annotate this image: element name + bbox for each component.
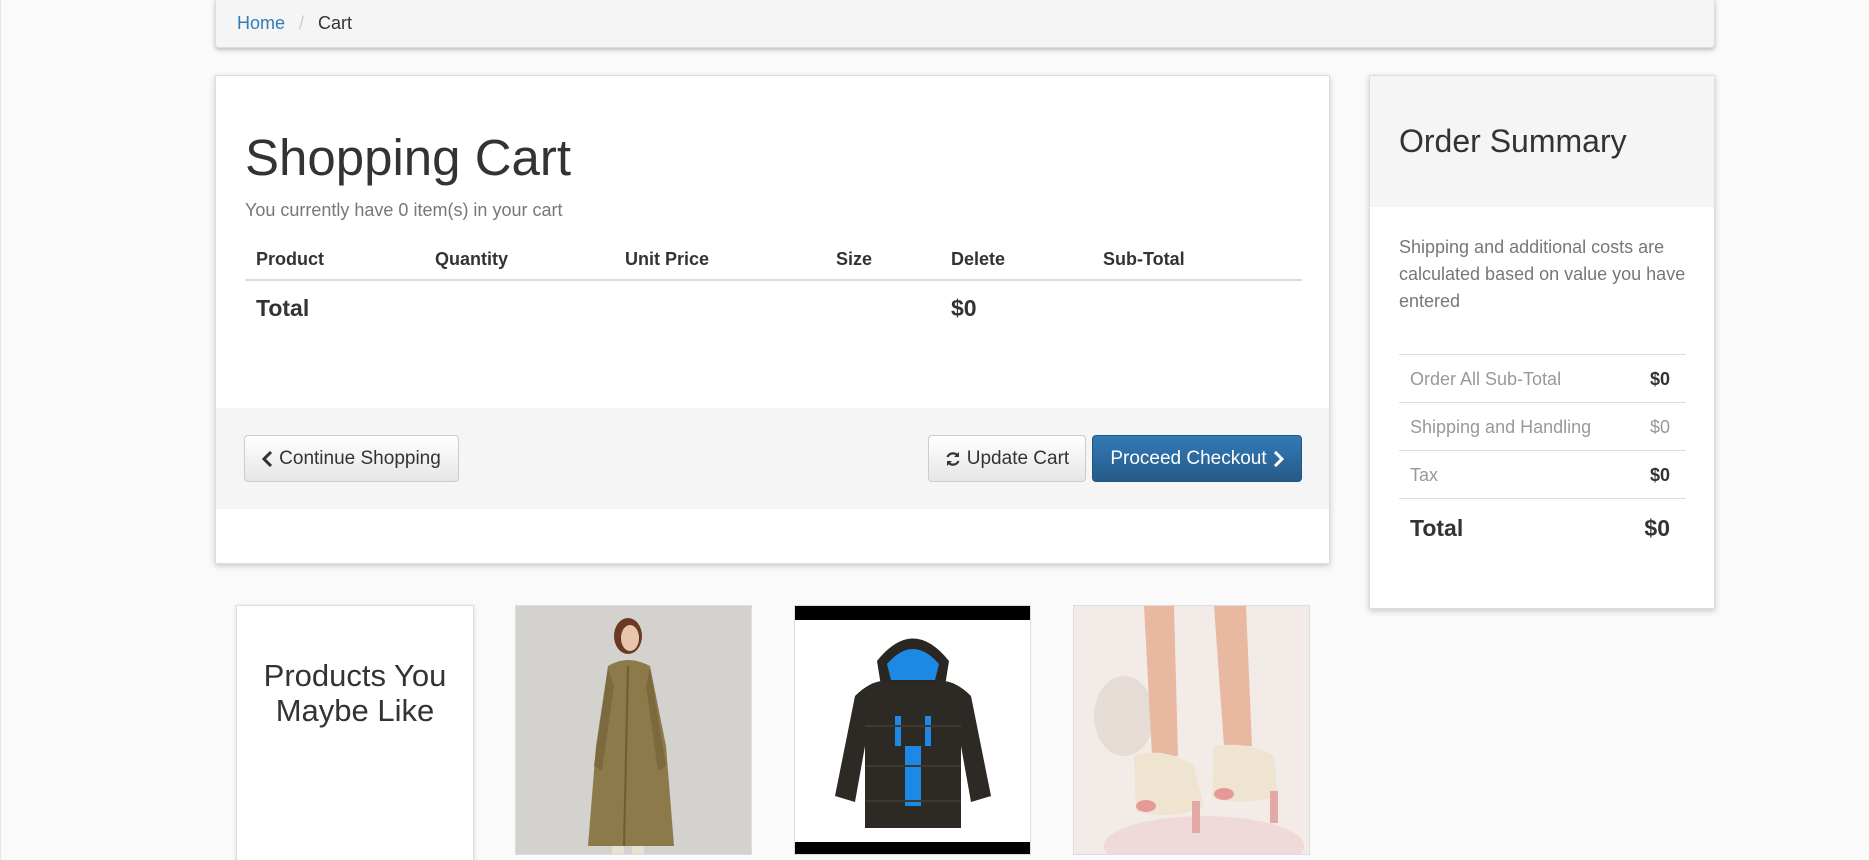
cart-panel: Shopping Cart You currently have 0 item(… [215, 75, 1330, 564]
column-size: Size [836, 249, 873, 269]
column-unit-price: Unit Price [625, 249, 710, 269]
column-quantity: Quantity [435, 249, 509, 269]
summary-row-value: $0 [1649, 369, 1670, 389]
summary-row-label: Order All Sub-Total [1410, 369, 1562, 389]
coat-product-image [516, 606, 751, 854]
refresh-icon [946, 451, 960, 466]
summary-row-tax: Tax $0 [1399, 450, 1686, 498]
order-summary-title: Order Summary [1370, 76, 1714, 207]
breadcrumb-home-link[interactable]: Home [237, 13, 285, 34]
update-cart-label: Update Cart [966, 447, 1070, 469]
column-product: Product [256, 249, 325, 269]
cart-table-header: Product Quantity Unit Price Size Delete … [245, 236, 1302, 281]
proceed-checkout-button[interactable]: Proceed Checkout [1092, 435, 1302, 482]
breadcrumb-current: Cart [318, 13, 353, 33]
summary-total-value: $0 [1644, 515, 1670, 541]
summary-row-value: $0 [1649, 417, 1670, 437]
cart-total-label: Total [256, 295, 310, 321]
column-subtotal: Sub-Total [1103, 249, 1185, 269]
cart-total-value: $0 [951, 295, 977, 321]
column-delete: Delete [951, 249, 1006, 269]
breadcrumb-separator: / [299, 13, 305, 33]
summary-total-label: Total [1410, 515, 1464, 541]
summary-row-shipping: Shipping and Handling $0 [1399, 402, 1686, 450]
product-thumbnail-shoes[interactable] [1073, 605, 1310, 855]
summary-row-total: Total $0 [1399, 498, 1686, 554]
summary-row-subtotal: Order All Sub-Total $0 [1399, 354, 1686, 402]
breadcrumb: Home / Cart [215, 0, 1715, 48]
product-thumbnail-coat[interactable] [515, 605, 752, 855]
order-summary-note: Shipping and additional costs are calcul… [1399, 237, 1686, 311]
page-title: Shopping Cart [245, 129, 572, 186]
summary-row-value: $0 [1649, 465, 1670, 485]
summary-row-label: Shipping and Handling [1410, 417, 1592, 437]
cart-item-count: You currently have 0 item(s) in your car… [245, 200, 563, 220]
shoes-product-image [1074, 606, 1309, 854]
cart-table: Product Quantity Unit Price Size Delete … [245, 236, 1302, 336]
continue-shopping-button[interactable]: Continue Shopping [244, 435, 459, 482]
jacket-product-image [795, 606, 1030, 854]
cart-total-row: Total $0 [245, 281, 1302, 336]
recommendations-heading-card: Products You Maybe Like [236, 605, 474, 860]
update-cart-button[interactable]: Update Cart [928, 435, 1086, 482]
continue-shopping-label: Continue Shopping [279, 447, 441, 469]
order-summary-panel: Order Summary Shipping and additional co… [1369, 75, 1715, 609]
summary-row-label: Tax [1410, 465, 1439, 485]
proceed-checkout-label: Proceed Checkout [1110, 447, 1267, 469]
cart-actions: Continue Shopping Update Cart Proceed Ch… [216, 408, 1329, 509]
recommendations-title: Products You Maybe Like [263, 658, 447, 728]
chevron-right-icon [1273, 450, 1284, 467]
chevron-left-icon [262, 450, 273, 467]
product-thumbnail-jacket[interactable] [794, 605, 1031, 855]
order-summary-table: Order All Sub-Total $0 Shipping and Hand… [1399, 354, 1686, 554]
